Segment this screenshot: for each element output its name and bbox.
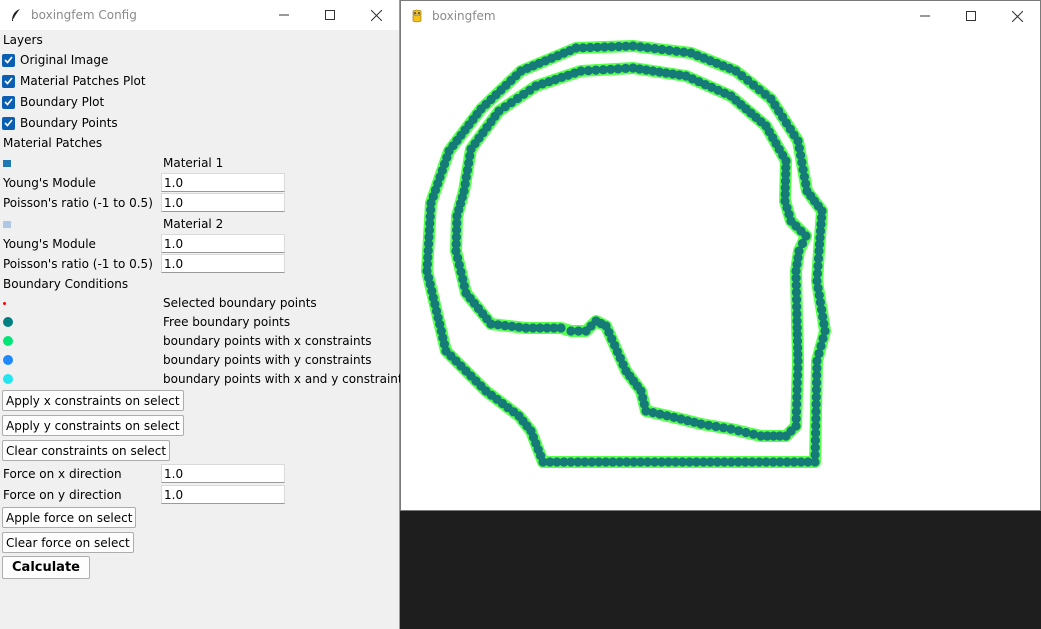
layer-label: Boundary Points <box>20 116 118 130</box>
minimize-icon <box>279 14 289 16</box>
material-2-swatch <box>3 220 11 228</box>
legend-label: boundary points with x and y constraints <box>163 372 409 386</box>
checkbox-original-image[interactable] <box>2 53 15 67</box>
plot-window-title: boxingfem <box>432 9 496 23</box>
apply-x-constraints-button[interactable]: Apply x constraints on select <box>2 390 184 411</box>
maximize-icon <box>325 10 335 20</box>
config-panel: Layers Original Image Material Patches P… <box>0 30 409 629</box>
apply-y-constraints-button[interactable]: Apply y constraints on select <box>2 415 184 436</box>
checkbox-boundary-points[interactable] <box>2 116 15 130</box>
material-2-poisson-input[interactable] <box>161 254 285 273</box>
xy-constraint-point-marker <box>3 374 13 384</box>
layer-label: Material Patches Plot <box>20 74 146 88</box>
apply-force-button[interactable]: Apple force on select <box>2 507 137 528</box>
close-button[interactable] <box>994 1 1040 31</box>
legend-label: Selected boundary points <box>163 296 317 310</box>
boundary-plot-canvas[interactable] <box>401 31 1040 510</box>
free-point-marker <box>3 317 13 327</box>
close-button[interactable] <box>353 0 399 30</box>
material-1-swatch <box>3 159 11 167</box>
youngs-module-label: Young's Module <box>3 176 96 190</box>
plot-titlebar[interactable]: boxingfem <box>401 1 1040 31</box>
material-1-youngs-input[interactable] <box>161 173 285 192</box>
config-window-title: boxingfem Config <box>31 8 137 22</box>
maximize-button[interactable] <box>948 1 994 31</box>
pygame-snake-icon <box>410 9 424 23</box>
force-x-label: Force on x direction <box>3 467 122 481</box>
y-constraint-point-marker <box>3 355 13 365</box>
minimize-button[interactable] <box>902 1 948 31</box>
config-window: boxingfem Config Layers Original Image M… <box>0 0 409 629</box>
config-titlebar[interactable]: boxingfem Config <box>0 0 399 30</box>
boundary-point <box>566 326 576 336</box>
legend-label: boundary points with x constraints <box>163 334 372 348</box>
selected-point-marker <box>3 302 6 305</box>
inner-boundary[interactable] <box>450 62 812 442</box>
clear-constraints-button[interactable]: Clear constraints on select <box>2 440 171 461</box>
poisson-ratio-label: Poisson's ratio (-1 to 0.5) <box>3 257 153 271</box>
close-icon <box>1011 10 1023 22</box>
legend-label: Free boundary points <box>163 315 291 329</box>
material-1-poisson-input[interactable] <box>161 193 285 212</box>
poisson-ratio-label: Poisson's ratio (-1 to 0.5) <box>3 196 153 210</box>
material-2-youngs-input[interactable] <box>161 234 285 253</box>
check-icon <box>4 98 13 106</box>
close-icon <box>370 9 382 21</box>
minimize-button[interactable] <box>261 0 307 30</box>
clear-force-button[interactable]: Clear force on select <box>2 532 134 553</box>
x-constraint-point-marker <box>3 336 13 346</box>
checkbox-material-patches-plot[interactable] <box>2 74 15 88</box>
material-patches-heading: Material Patches <box>3 136 103 150</box>
layer-label: Original Image <box>20 53 109 67</box>
boundary-conditions-heading: Boundary Conditions <box>3 277 129 291</box>
boundary-point <box>536 451 546 461</box>
check-icon <box>4 119 13 127</box>
plot-window: boxingfem <box>400 0 1041 511</box>
layer-label: Boundary Plot <box>20 95 105 109</box>
minimize-icon <box>920 15 930 17</box>
maximize-icon <box>966 11 976 21</box>
check-icon <box>4 77 13 85</box>
material-1-name: Material 1 <box>163 156 224 170</box>
force-y-label: Force on y direction <box>3 488 122 502</box>
material-2-name: Material 2 <box>163 217 224 231</box>
maximize-button[interactable] <box>307 0 353 30</box>
calculate-button[interactable]: Calculate <box>2 556 90 579</box>
legend-label: boundary points with y constraints <box>163 353 372 367</box>
outer-boundary[interactable] <box>421 40 831 468</box>
force-x-input[interactable] <box>161 464 285 483</box>
boundary-point <box>457 192 467 202</box>
youngs-module-label: Young's Module <box>3 237 96 251</box>
checkbox-boundary-plot[interactable] <box>2 95 15 109</box>
feather-icon <box>9 8 23 22</box>
check-icon <box>4 56 13 64</box>
layers-heading: Layers <box>3 33 43 47</box>
force-y-input[interactable] <box>161 485 285 504</box>
